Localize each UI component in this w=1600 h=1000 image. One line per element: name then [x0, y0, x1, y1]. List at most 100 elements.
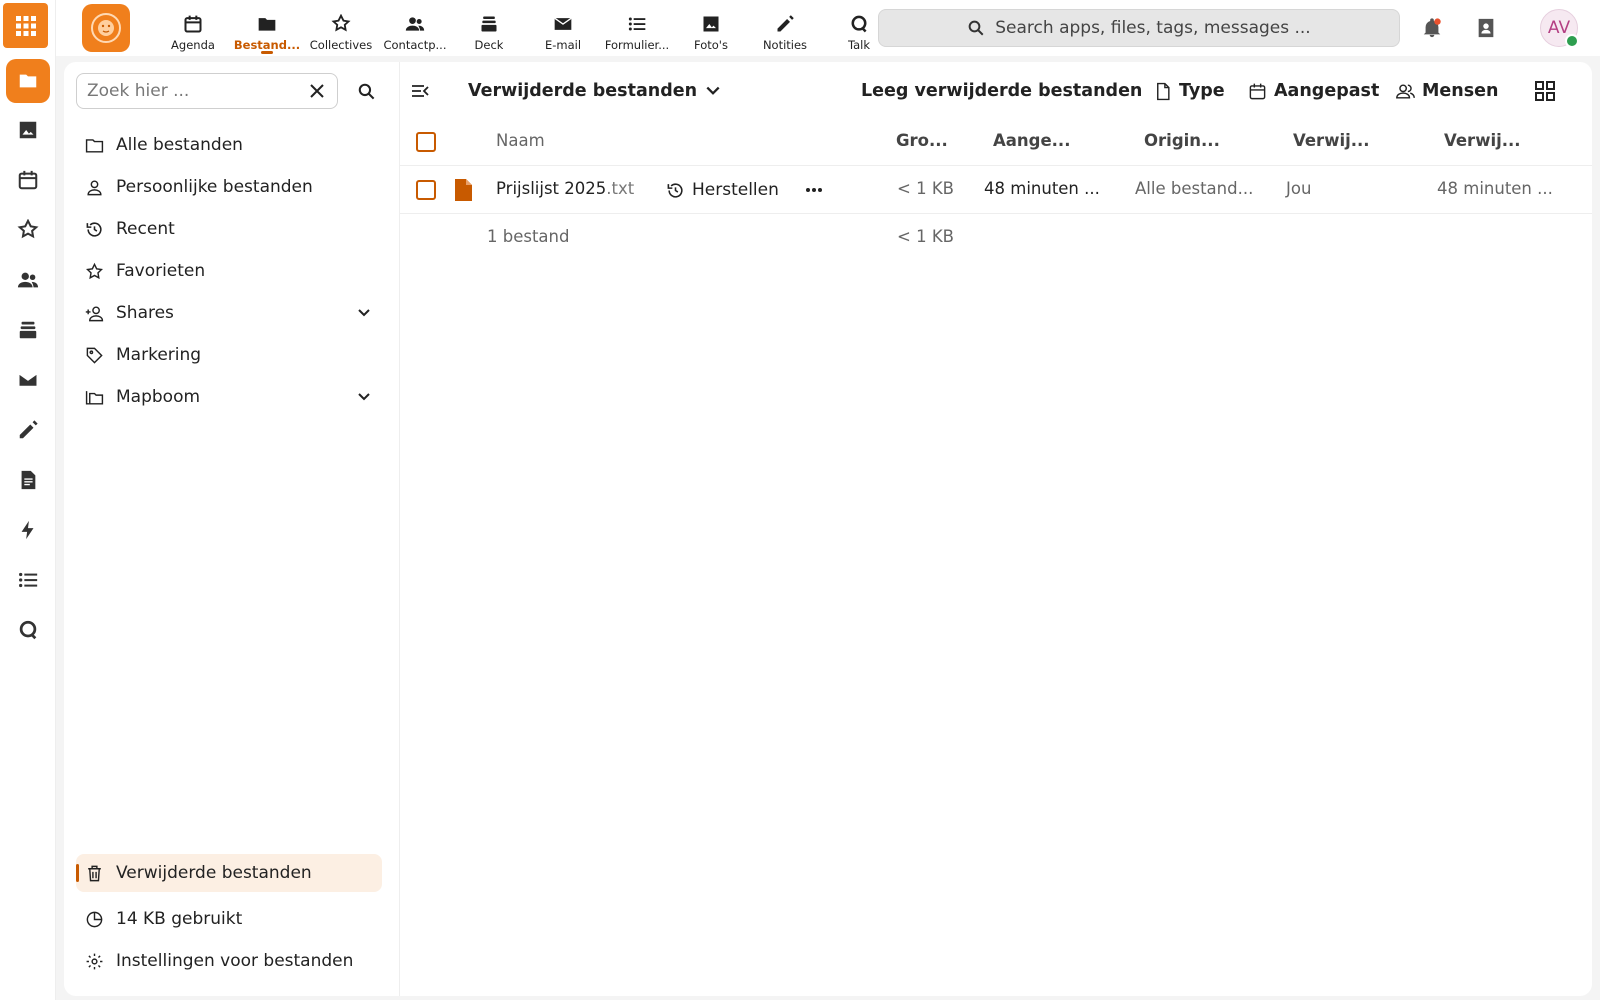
row-checkbox[interactable]: [416, 180, 436, 200]
search-files-button[interactable]: [354, 79, 378, 103]
column-modified-label: Aange...: [993, 131, 1071, 150]
file-name[interactable]: Prijslijst 2025.txt: [496, 179, 634, 198]
grid-icon: [15, 15, 36, 36]
app-label: Collectives: [309, 38, 373, 52]
text-file-icon: [455, 179, 472, 201]
column-deleted-by[interactable]: Verwij...: [1293, 131, 1370, 150]
column-original-location[interactable]: Origin...: [1144, 131, 1220, 150]
column-name[interactable]: Naam: [496, 131, 545, 150]
search-icon: [358, 83, 374, 99]
file-extension: .txt: [606, 179, 635, 198]
mail-icon: [554, 17, 572, 30]
dock-mail[interactable]: [6, 358, 50, 402]
chevron-down-icon: [358, 309, 370, 317]
global-search[interactable]: Search apps, files, tags, messages ...: [878, 9, 1400, 47]
folder-icon: [85, 138, 103, 153]
dock-deck[interactable]: [6, 308, 50, 352]
dock-calendar[interactable]: [6, 158, 50, 202]
menu-collapse-icon: [412, 85, 429, 97]
sidebar-item-tags[interactable]: Markering: [76, 336, 382, 374]
talk-icon: [851, 15, 867, 33]
app-notes[interactable]: Notities: [748, 0, 822, 56]
bell-icon: [1423, 18, 1441, 38]
modified-filter-label: Aangepast: [1274, 81, 1380, 101]
dock-talk[interactable]: [6, 608, 50, 652]
forms-icon: [19, 572, 38, 588]
column-size-label: Gro...: [896, 131, 948, 150]
dock-activity[interactable]: [6, 508, 50, 552]
column-modified[interactable]: Aange...: [993, 131, 1070, 150]
navigation-filter-input[interactable]: Zoek hier ...: [76, 73, 338, 109]
column-size[interactable]: Gro...: [896, 131, 948, 150]
sidebar-item-favorites[interactable]: Favorieten: [76, 252, 382, 290]
calendar-icon: [184, 15, 202, 33]
file-basename: Prijslijst 2025: [496, 179, 607, 198]
empty-trash-label: Leeg verwijderde bestanden: [861, 81, 1143, 101]
sidebar-item-label: Mapboom: [116, 387, 201, 407]
type-filter-label: Type: [1179, 81, 1225, 101]
type-filter-button[interactable]: Type: [1153, 77, 1225, 105]
file-original-location: Alle bestand...: [1135, 179, 1254, 198]
share-icon: [85, 305, 103, 321]
sidebar-item-shares[interactable]: Shares: [76, 294, 382, 332]
collectives-icon: [17, 219, 39, 239]
app-photos[interactable]: Foto's: [674, 0, 748, 56]
files-settings-button[interactable]: Instellingen voor bestanden: [76, 942, 382, 980]
app-menu-button[interactable]: [3, 3, 48, 48]
notifications-button[interactable]: [1418, 14, 1446, 42]
dock-forms[interactable]: [6, 558, 50, 602]
row-actions-button[interactable]: [802, 180, 826, 200]
app-deck[interactable]: Deck: [452, 0, 526, 56]
dock-notes[interactable]: [6, 408, 50, 452]
tag-icon: [86, 347, 103, 364]
search-placeholder: Search apps, files, tags, messages ...: [995, 18, 1311, 38]
app-agenda[interactable]: Agenda: [156, 0, 230, 56]
summary-count: 1 bestand: [487, 227, 570, 246]
dock-text[interactable]: [6, 458, 50, 502]
files-content: Verwijderde bestanden Leeg verwijderde b…: [400, 62, 1592, 996]
pencil-icon: [777, 15, 794, 32]
dock-contacts[interactable]: [6, 258, 50, 302]
people-filter-button[interactable]: Mensen: [1396, 77, 1499, 105]
sidebar-item-folder-tree[interactable]: Mapboom: [76, 378, 382, 416]
sidebar-item-personal-files[interactable]: Persoonlijke bestanden: [76, 168, 382, 206]
dock-files[interactable]: [6, 59, 50, 103]
clear-filter-button[interactable]: [307, 81, 327, 101]
app-label: Notities: [762, 38, 808, 52]
app-files[interactable]: Bestand...: [230, 0, 304, 56]
calendar-icon: [18, 170, 38, 190]
column-deleted-by-label: Verwij...: [1293, 131, 1370, 150]
contacts-icon: [17, 272, 39, 288]
column-deleted-at[interactable]: Verwij...: [1444, 131, 1521, 150]
pencil-icon: [19, 420, 38, 439]
dock-photos[interactable]: [6, 108, 50, 152]
restore-button[interactable]: Herstellen: [666, 176, 779, 204]
select-all-checkbox[interactable]: [416, 132, 436, 152]
empty-trash-button[interactable]: Leeg verwijderde bestanden: [861, 77, 1142, 105]
person-icon: [86, 179, 102, 195]
app-label: Deck: [474, 38, 504, 52]
app-email[interactable]: E-mail: [526, 0, 600, 56]
contacts-menu-button[interactable]: [1472, 14, 1500, 42]
brand-logo[interactable]: [82, 4, 130, 52]
sidebar-item-trash[interactable]: Verwijderde bestanden: [76, 854, 382, 892]
app-contacts[interactable]: Contactp...: [378, 0, 452, 56]
grid-view-toggle[interactable]: [1532, 78, 1558, 104]
sidebar-item-all-files[interactable]: Alle bestanden: [76, 126, 382, 164]
dock-collectives[interactable]: [6, 208, 50, 252]
table-summary: 1 bestand < 1 KB: [400, 214, 1592, 262]
modified-filter-button[interactable]: Aangepast: [1248, 77, 1379, 105]
app-forms[interactable]: Formulier...: [600, 0, 674, 56]
expand-folder-tree-button[interactable]: [352, 385, 376, 409]
expand-shares-button[interactable]: [352, 301, 376, 325]
search-icon: [968, 20, 984, 36]
view-title-dropdown[interactable]: Verwijderde bestanden: [468, 77, 721, 105]
contacts-icon: [405, 17, 425, 31]
app-collectives[interactable]: Collectives: [304, 0, 378, 56]
table-row[interactable]: Prijslijst 2025.txt Herstellen < 1 KB 48…: [400, 166, 1592, 214]
sidebar-item-recent[interactable]: Recent: [76, 210, 382, 248]
app-label: Agenda: [171, 38, 215, 52]
user-avatar[interactable]: AV: [1540, 9, 1579, 48]
sidebar-item-label: Favorieten: [116, 261, 206, 281]
toggle-sidebar-button[interactable]: [408, 79, 432, 103]
